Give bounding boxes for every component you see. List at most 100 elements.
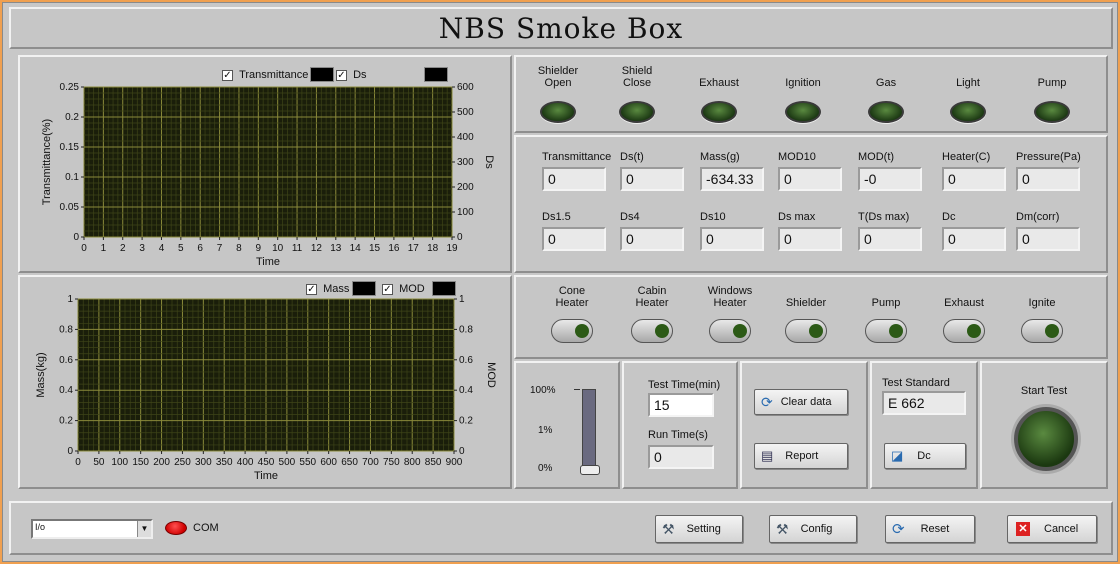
- toggle-switch[interactable]: [1021, 319, 1063, 343]
- x-tick-label: 9: [256, 243, 262, 254]
- x-tick-label: 450: [258, 457, 275, 468]
- x-tick-label: 800: [404, 457, 421, 468]
- x-tick-label: 850: [425, 457, 442, 468]
- cancel-button[interactable]: ✕ Cancel: [1007, 515, 1097, 543]
- x-tick-label: 50: [93, 457, 105, 468]
- toggle-switch[interactable]: [943, 319, 985, 343]
- test-time-panel: Test Time(min) 15 Run Time(s) 0: [622, 361, 738, 489]
- test-time-input[interactable]: 15: [648, 393, 714, 417]
- readout-value: 0: [620, 227, 684, 251]
- y2-tick-label: 0.4: [459, 385, 473, 396]
- indicator-label: Exhaust: [699, 77, 739, 89]
- clear-data-button[interactable]: ⟳ Clear data: [754, 389, 848, 415]
- start-test-button[interactable]: [1014, 407, 1078, 471]
- x-tick-label: 550: [299, 457, 316, 468]
- x-tick-label: 5: [178, 243, 184, 254]
- x-tick-label: 250: [174, 457, 191, 468]
- indicator-label: Pump: [1037, 77, 1067, 89]
- reset-button[interactable]: ⟳ Reset: [885, 515, 975, 543]
- y2-tick-label: 0.6: [459, 355, 473, 366]
- x-tick-label: 400: [237, 457, 254, 468]
- slider-tick-1: 1%: [538, 425, 553, 436]
- y-tick-label: 0.2: [59, 416, 73, 427]
- indicator-led: [950, 101, 986, 123]
- report-button[interactable]: ▤ Report: [754, 443, 848, 469]
- readout-value: 0: [942, 227, 1006, 251]
- y2-tick-label: 0.2: [459, 416, 473, 427]
- switch-label: Exhaust: [944, 297, 984, 309]
- setting-button[interactable]: ⚒ Setting: [655, 515, 743, 543]
- y2-tick-label: 100: [457, 207, 474, 218]
- footer-panel: I/o ▼ COM ⚒ Setting ⚒ Config ⟳ Reset ✕ C…: [9, 501, 1113, 555]
- readout-label: MOD(t): [858, 151, 895, 163]
- y2-axis-label: Ds: [483, 155, 495, 169]
- readout-value: 0: [620, 167, 684, 191]
- y-tick-label: 0.4: [59, 385, 73, 396]
- toggle-switch[interactable]: [631, 319, 673, 343]
- switch-label: Cone Heater: [555, 285, 589, 309]
- y-tick-label: 0.8: [59, 324, 73, 335]
- indicator-label: Shielder Open: [537, 65, 579, 89]
- x-tick-label: 7: [217, 243, 223, 254]
- y2-axis-label: MOD: [485, 362, 497, 388]
- readout-label: Dm(corr): [1016, 211, 1060, 223]
- chart-panel-transmittance: ✓ Transmittance ✓ Ds ✛ ⚲ ✋ 0123456789101…: [18, 55, 512, 273]
- data-actions-panel: ⟳ Clear data ▤ Report: [740, 361, 868, 489]
- dc-button[interactable]: ◪ Dc: [884, 443, 966, 469]
- y-axis-label: Transmittance(%): [41, 119, 53, 205]
- readout-label: Ds4: [620, 211, 640, 223]
- wrench-icon: ⚒: [776, 520, 789, 537]
- slider-thumb[interactable]: [580, 465, 600, 475]
- readout-panel: Transmittance 0 Ds(t) 0 Mass(g) -634.33 MOD10 0…: [514, 135, 1108, 273]
- chart-mass: 0 50 100 150 200 250 300 350 400 450 500 550 600 650 7…: [35, 294, 497, 482]
- start-test-label: Start Test: [1020, 385, 1068, 397]
- readout-label: Heater(C): [942, 151, 991, 163]
- readout-label: Pressure(Pa): [1016, 151, 1081, 163]
- y2-tick-label: 600: [457, 82, 474, 93]
- toggle-switch[interactable]: [551, 319, 593, 343]
- readout-label: Ds1.5: [542, 211, 571, 223]
- x-tick-label: 200: [153, 457, 170, 468]
- y-tick-label: 0.1: [65, 172, 79, 183]
- x-tick-label: 0: [81, 243, 87, 254]
- readout-value: 0: [1016, 167, 1080, 191]
- readout-value: -634.33: [700, 167, 764, 191]
- app-window: NBS Smoke Box ✓ Transmittance ✓ Ds ✛ ⚲ ✋…: [2, 2, 1118, 562]
- y-axis-label: Mass(kg): [35, 352, 47, 397]
- config-button[interactable]: ⚒ Config: [769, 515, 857, 543]
- chart-transmittance: 0 1 2 3 4 5 6 7 8 9 10 11 12 13 14 15 16 17 18 190.250.20.1…: [41, 82, 495, 268]
- y2-tick-label: 0.8: [459, 324, 473, 335]
- config-label: Config: [800, 523, 833, 535]
- toggle-switch[interactable]: [865, 319, 907, 343]
- dc-icon: ◪: [891, 448, 904, 463]
- readout-value: 0: [858, 227, 922, 251]
- y-tick-label: 0: [67, 446, 73, 457]
- x-tick-label: 600: [320, 457, 337, 468]
- slider-tick-0: 0%: [538, 463, 553, 474]
- y-tick-label: 1: [67, 294, 73, 305]
- chevron-down-icon[interactable]: ▼: [137, 521, 151, 537]
- readout-label: T(Ds max): [858, 211, 910, 223]
- toggle-switch[interactable]: [785, 319, 827, 343]
- y-tick-label: 0.2: [65, 112, 79, 123]
- slider-track[interactable]: [582, 389, 596, 473]
- cancel-label: Cancel: [1044, 523, 1079, 535]
- x-tick-label: 150: [132, 457, 149, 468]
- x-tick-label: 750: [383, 457, 400, 468]
- y2-tick-label: 1: [459, 294, 465, 305]
- x-tick-label: 500: [279, 457, 296, 468]
- test-standard-field[interactable]: E 662: [882, 391, 966, 415]
- toggle-switch[interactable]: [709, 319, 751, 343]
- indicator-label: Shield Close: [621, 65, 653, 89]
- x-tick-label: 650: [341, 457, 358, 468]
- indicator-label: Ignition: [785, 77, 821, 89]
- x-tick-label: 900: [446, 457, 463, 468]
- y-tick-label: 0.05: [60, 202, 80, 213]
- readout-label: Ds(t): [620, 151, 644, 163]
- switch-label: Pump: [871, 297, 901, 309]
- x-tick-label: 8: [236, 243, 242, 254]
- com-port-select[interactable]: I/o ▼: [31, 519, 153, 539]
- indicator-led: [785, 101, 821, 123]
- readout-value: 0: [542, 227, 606, 251]
- readout-value: 0: [700, 227, 764, 251]
